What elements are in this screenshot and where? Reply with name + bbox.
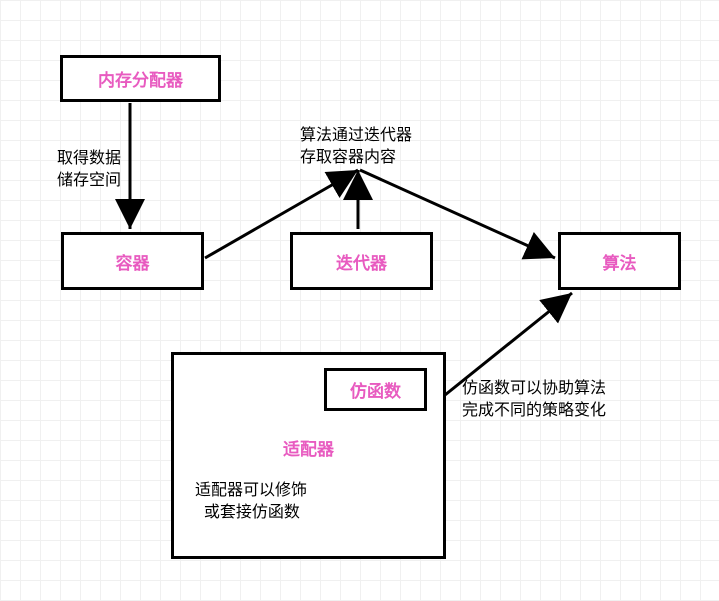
box-iterator: 迭代器	[290, 232, 433, 290]
label-functor-to-algorithm: 仿函数可以协助算法 完成不同的策略变化	[462, 378, 606, 421]
label-allocator-to-container: 取得数据 储存空间	[57, 148, 121, 191]
label-iterator-top: 算法通过迭代器 存取容器内容	[300, 125, 412, 168]
box-functor: 仿函数	[324, 368, 427, 411]
box-algorithm-label: 算法	[603, 249, 637, 274]
label-adapter-note: 适配器可以修饰 或套接仿函数	[195, 480, 307, 523]
box-container: 容器	[61, 232, 204, 290]
box-allocator: 内存分配器	[60, 55, 221, 102]
box-allocator-label: 内存分配器	[98, 66, 183, 91]
box-iterator-label: 迭代器	[336, 249, 387, 274]
box-functor-label: 仿函数	[350, 377, 401, 402]
box-algorithm: 算法	[558, 232, 681, 290]
box-container-label: 容器	[116, 249, 150, 274]
box-adapter-label: 适配器	[283, 435, 334, 460]
